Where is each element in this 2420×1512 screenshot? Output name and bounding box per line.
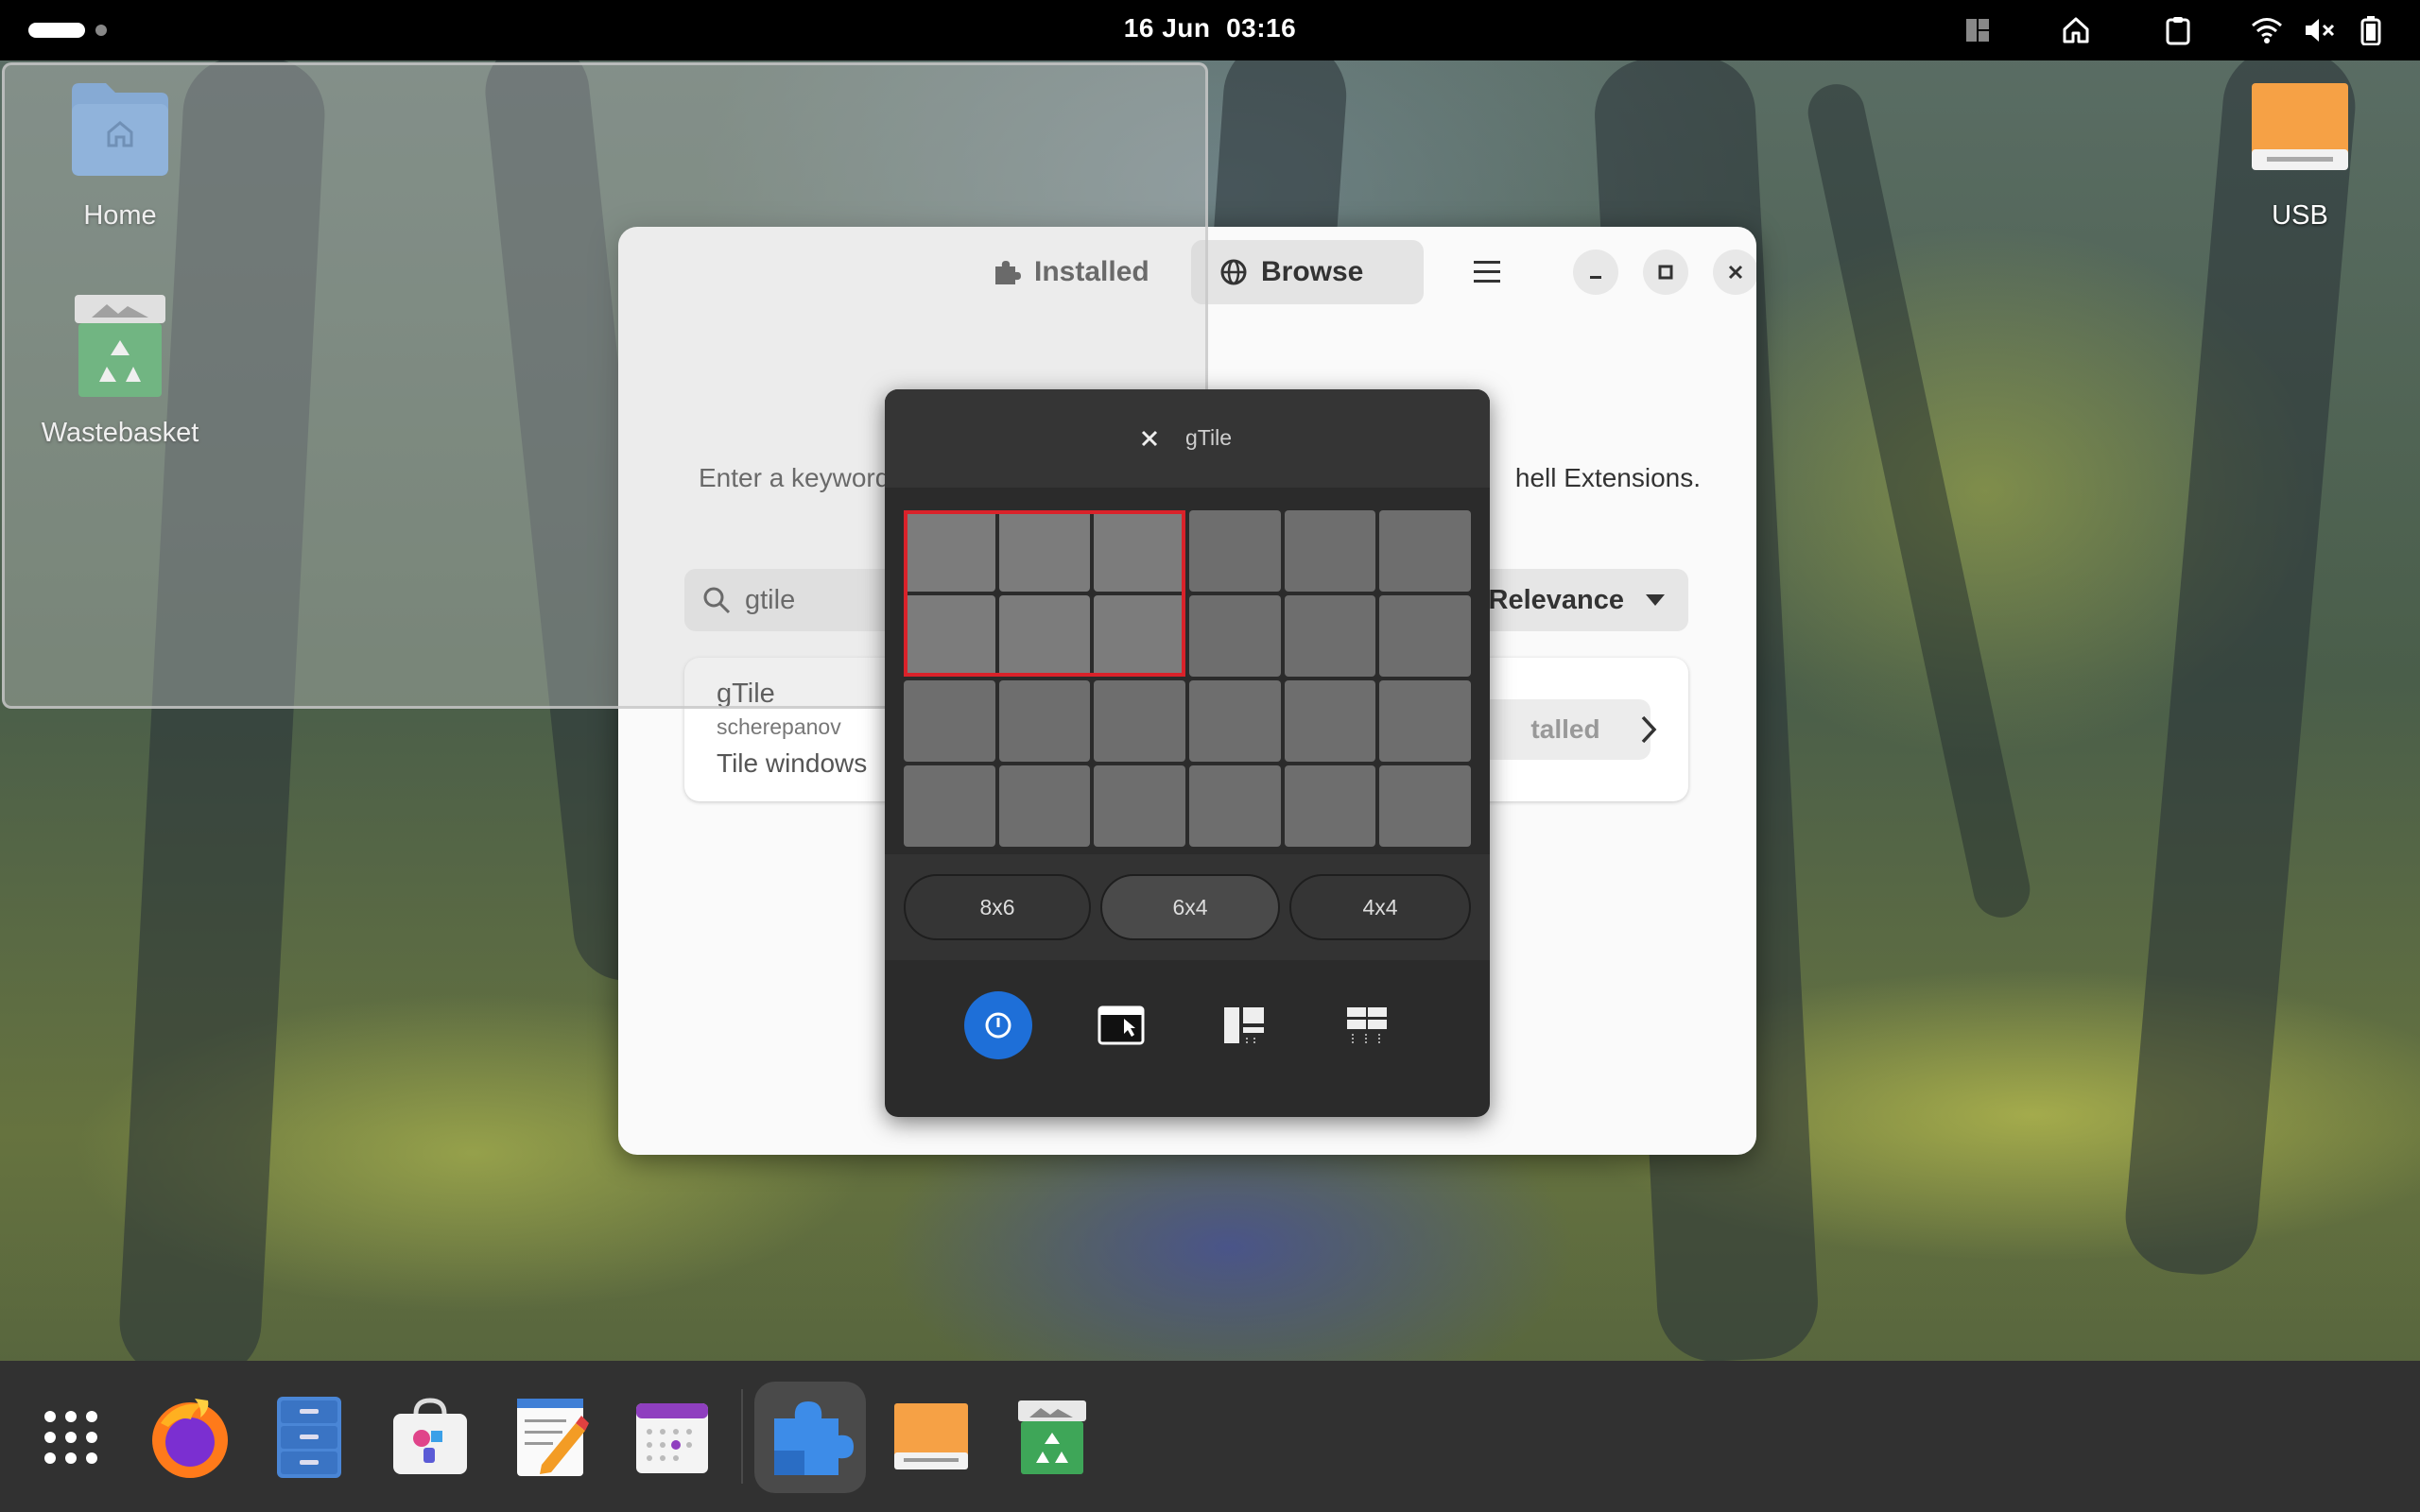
extension-description: Tile windows	[717, 748, 868, 778]
grid-cell[interactable]	[1094, 595, 1185, 677]
clock-date: 16 Jun	[1123, 13, 1211, 43]
menu-icon	[1474, 261, 1500, 283]
grid-cell[interactable]	[1284, 510, 1376, 592]
hamburger-menu-button[interactable]	[1462, 248, 1512, 297]
preset-8x6-button[interactable]: 8x6	[904, 874, 1091, 940]
maximize-button[interactable]	[1643, 249, 1688, 295]
dock	[0, 1361, 2420, 1512]
dock-file-cabinet[interactable]	[253, 1382, 365, 1493]
close-button[interactable]	[1713, 249, 1756, 295]
dock-wastebasket[interactable]	[996, 1382, 1108, 1493]
usb-drive-icon	[894, 1403, 968, 1469]
grid-cell[interactable]	[1094, 680, 1185, 762]
gtile-grid[interactable]	[904, 510, 1471, 847]
power-button[interactable]	[964, 991, 1032, 1059]
dock-calendar[interactable]	[616, 1382, 728, 1493]
grid-cell[interactable]	[1379, 510, 1471, 592]
grid-cell[interactable]	[1284, 680, 1376, 762]
tab-label: Browse	[1261, 256, 1364, 287]
grid-cell[interactable]	[1379, 765, 1471, 847]
activities-button[interactable]	[28, 23, 85, 38]
tab-browse[interactable]: Browse	[1191, 240, 1424, 304]
window-pointer-button[interactable]	[1087, 991, 1155, 1059]
gtile-tray-icon[interactable]	[1961, 13, 1995, 47]
dock-extension-manager[interactable]	[754, 1382, 866, 1493]
text-editor-icon	[517, 1399, 589, 1476]
preset-6x4-button[interactable]: 6x4	[1100, 874, 1280, 940]
gtile-title: gTile	[1185, 425, 1232, 450]
calendar-icon	[636, 1403, 708, 1473]
gtile-header: gTile	[885, 389, 1490, 488]
gtile-presets: 8x6 6x4 4x4	[885, 854, 1490, 960]
top-bar: 16 Jun 03:16	[0, 0, 2420, 60]
chevron-right-icon[interactable]	[1630, 703, 1668, 756]
grid-cell[interactable]	[1284, 595, 1376, 677]
grid-cell[interactable]	[998, 510, 1091, 592]
installed-status-button[interactable]: talled	[1480, 699, 1651, 760]
workspace-indicator[interactable]	[95, 25, 107, 36]
grid-cell[interactable]	[904, 510, 995, 592]
grid-cell[interactable]	[1188, 765, 1281, 847]
grid-cell[interactable]	[998, 765, 1091, 847]
grid-cell[interactable]	[904, 595, 995, 677]
auto-tile-main-button[interactable]	[1210, 991, 1278, 1059]
close-icon	[1728, 265, 1743, 280]
clock[interactable]: 16 Jun 03:16	[1068, 13, 1352, 43]
auto-tile-columns-button[interactable]	[1333, 991, 1401, 1059]
usb-drive-icon	[2205, 77, 2394, 189]
grid-cell[interactable]	[1094, 510, 1185, 592]
clipboard-icon[interactable]	[2161, 13, 2195, 47]
extensions-icon	[774, 1401, 854, 1475]
grid-cell[interactable]	[904, 680, 995, 762]
dock-software-store[interactable]	[374, 1382, 486, 1493]
preset-4x4-button[interactable]: 4x4	[1289, 874, 1471, 940]
grid-cell[interactable]	[904, 765, 995, 847]
dock-usb-drive[interactable]	[875, 1382, 987, 1493]
wastebasket-icon	[1018, 1400, 1086, 1474]
gtile-close-button[interactable]	[1132, 421, 1167, 455]
grid-cell[interactable]	[1379, 680, 1471, 762]
battery-icon[interactable]	[2354, 13, 2388, 47]
extension-author: scherepanov	[717, 714, 841, 739]
auto-tile-main-icon	[1224, 1007, 1264, 1045]
globe-icon	[1220, 259, 1247, 285]
desktop-icon-label: USB	[2272, 200, 2328, 231]
grid-cell[interactable]	[1284, 765, 1376, 847]
sort-label: Relevance	[1488, 584, 1625, 615]
dock-text-editor[interactable]	[495, 1382, 607, 1493]
close-icon	[1141, 430, 1158, 447]
grid-cell[interactable]	[1188, 510, 1281, 592]
grid-cell[interactable]	[1379, 595, 1471, 677]
wifi-icon[interactable]	[2250, 13, 2284, 47]
volume-muted-icon[interactable]	[2303, 13, 2337, 47]
gtile-actions	[885, 962, 1490, 1117]
window-pointer-icon	[1098, 1005, 1145, 1045]
maximize-icon	[1658, 265, 1673, 280]
gtile-popup: gTile 8x6 6x4 4x4	[885, 389, 1490, 1117]
clock-time: 03:16	[1226, 13, 1297, 43]
chevron-down-icon	[1646, 594, 1665, 606]
desktop-icon-usb[interactable]: USB	[2205, 77, 2394, 232]
home-icon[interactable]	[2059, 13, 2093, 47]
app-grid-button[interactable]	[15, 1382, 127, 1493]
search-hint-end: hell Extensions.	[1514, 463, 1701, 492]
power-icon	[985, 1012, 1011, 1039]
minimize-button[interactable]	[1573, 249, 1618, 295]
software-store-icon	[393, 1398, 467, 1474]
grid-cell[interactable]	[1188, 680, 1281, 762]
minimize-icon	[1590, 276, 1601, 279]
grid-cell[interactable]	[1188, 595, 1281, 677]
firefox-icon	[152, 1399, 228, 1478]
dock-separator	[741, 1389, 743, 1484]
dock-firefox[interactable]	[134, 1382, 246, 1493]
grid-cell[interactable]	[998, 680, 1091, 762]
app-grid-icon	[44, 1411, 97, 1464]
grid-cell[interactable]	[1094, 765, 1185, 847]
grid-cell[interactable]	[998, 595, 1091, 677]
auto-tile-columns-icon	[1347, 1007, 1387, 1045]
file-cabinet-icon	[277, 1397, 341, 1478]
